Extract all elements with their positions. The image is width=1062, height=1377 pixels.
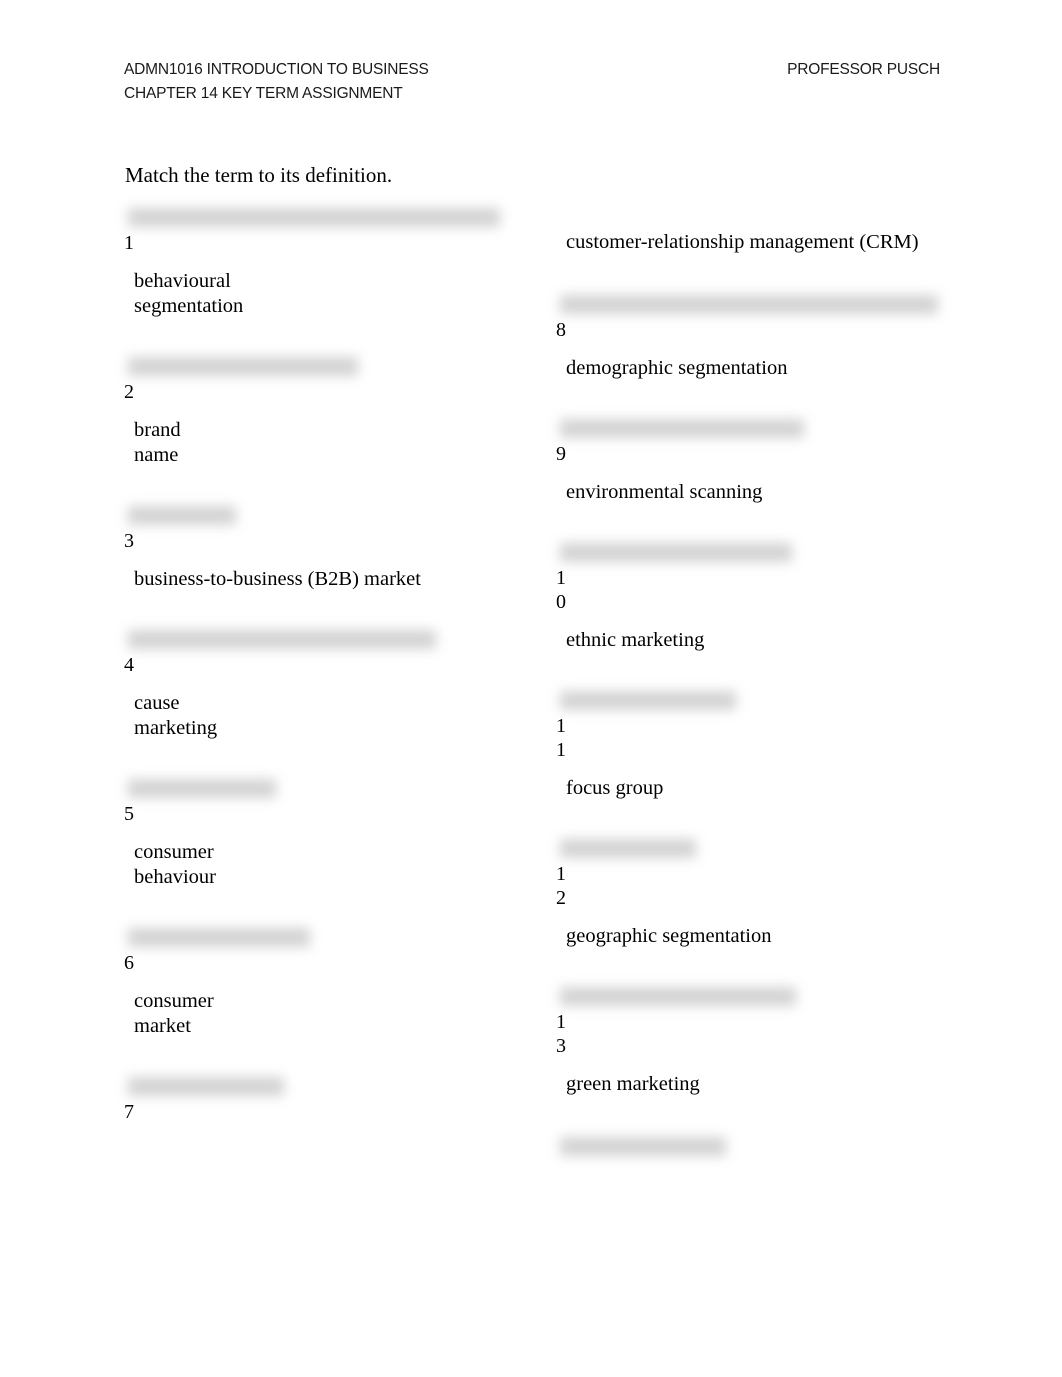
term-entry: 1 behavioural segmentation <box>124 208 544 319</box>
term-label: ethnic marketing <box>566 629 705 651</box>
term-number: 5 <box>124 803 134 825</box>
redacted-definition <box>560 1137 726 1156</box>
term-label: customer-relationship management (CRM) <box>566 231 919 253</box>
redacted-definition <box>560 419 804 438</box>
term-number: 11 <box>556 715 566 761</box>
redacted-definition <box>128 779 276 798</box>
term-entry <box>556 1137 986 1156</box>
term-number: 13 <box>556 1011 566 1057</box>
term-label: geographic segmentation <box>566 925 772 947</box>
redacted-definition <box>128 1077 284 1096</box>
course-title: ADMN1016 INTRODUCTION TO BUSINESS <box>124 61 429 78</box>
redacted-definition <box>560 543 792 562</box>
terms-column-left: 1 behavioural segmentation 2 brand name 3 bus… <box>124 208 544 1124</box>
redacted-definition <box>128 208 500 227</box>
term-label: behavioural segmentation <box>134 270 244 317</box>
term-entry: 13 green marketing <box>556 987 986 1097</box>
terms-column-right: customer-relationship management (CRM) 8 d… <box>556 208 986 1156</box>
professor-name: PROFESSOR PUSCH <box>787 61 940 78</box>
redacted-definition <box>128 630 436 649</box>
redacted-definition <box>560 295 938 314</box>
term-entry: customer-relationship management (CRM) <box>556 230 986 255</box>
term-number: 1 <box>124 232 134 254</box>
redacted-definition <box>128 928 310 947</box>
term-entry: 3 business-to-business (B2B) market <box>124 506 544 592</box>
redacted-definition <box>560 691 736 710</box>
term-entry: 8 demographic segmentation <box>556 295 986 381</box>
term-label: green marketing <box>566 1073 700 1095</box>
term-number: 4 <box>124 654 134 676</box>
term-label: cause marketing <box>134 692 218 739</box>
term-number: 9 <box>556 443 566 465</box>
term-entry: 2 brand name <box>124 357 544 468</box>
term-label: business-to-business (B2B) market <box>134 568 421 590</box>
term-label: environmental scanning <box>566 481 763 503</box>
term-label: brand name <box>134 419 181 466</box>
term-entry: 4 cause marketing <box>124 630 544 741</box>
term-number: 12 <box>556 863 566 909</box>
redacted-definition <box>560 987 796 1006</box>
term-number: 6 <box>124 952 134 974</box>
redacted-definition <box>128 357 358 376</box>
term-label: consumer market <box>134 990 214 1037</box>
assignment-title: CHAPTER 14 KEY TERM ASSIGNMENT <box>124 84 403 102</box>
term-entry: 11 focus group <box>556 691 986 801</box>
term-number: 8 <box>556 319 566 341</box>
term-number: 3 <box>124 530 134 552</box>
header-left-block: ADMN1016 INTRODUCTION TO BUSINESS CHAPTE… <box>124 58 429 105</box>
term-entry: 7 <box>124 1077 544 1124</box>
term-label: focus group <box>566 777 664 799</box>
term-number: 2 <box>124 381 134 403</box>
term-entry: 9 environmental scanning <box>556 419 986 505</box>
term-entry: 10 ethnic marketing <box>556 543 986 653</box>
term-entry: 6 consumer market <box>124 928 544 1039</box>
term-entry: 12 geographic segmentation <box>556 839 986 949</box>
redacted-definition <box>560 839 696 858</box>
term-number: 7 <box>124 1101 134 1123</box>
term-entry: 5 consumer behaviour <box>124 779 544 890</box>
document-header: ADMN1016 INTRODUCTION TO BUSINESS CHAPTE… <box>124 58 940 105</box>
term-label: demographic segmentation <box>566 357 788 379</box>
header-row: ADMN1016 INTRODUCTION TO BUSINESS CHAPTE… <box>124 58 940 105</box>
instruction-text: Match the term to its definition. <box>125 163 393 187</box>
term-number: 10 <box>556 567 566 613</box>
redacted-definition <box>128 506 236 525</box>
term-label: consumer behaviour <box>134 841 216 888</box>
